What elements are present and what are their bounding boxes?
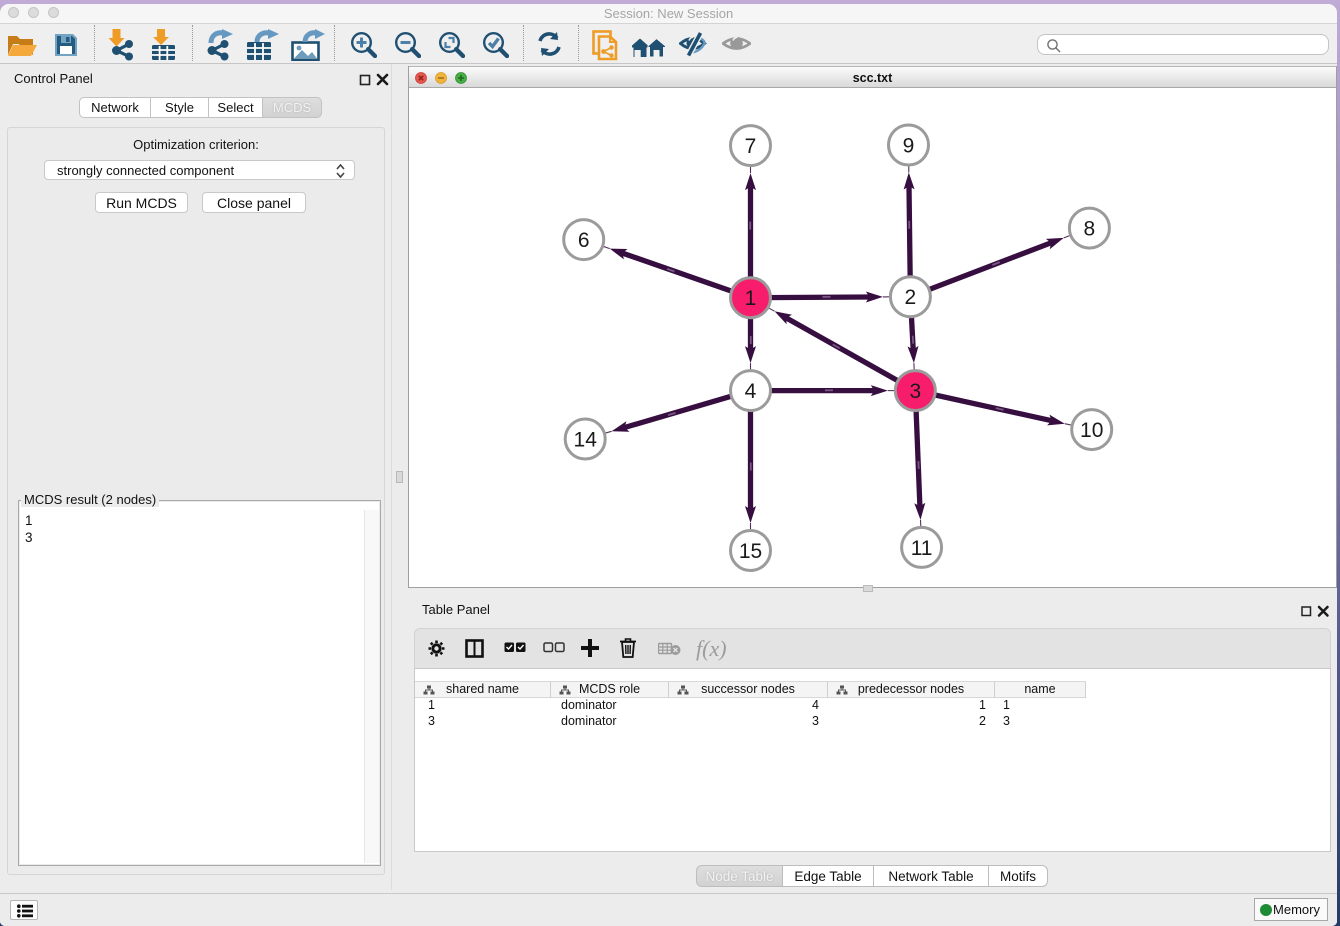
svg-text:4: 4 bbox=[745, 380, 757, 403]
svg-text:9: 9 bbox=[903, 135, 915, 158]
svg-text:3: 3 bbox=[909, 380, 921, 403]
svg-text:15: 15 bbox=[739, 540, 762, 563]
svg-text:2: 2 bbox=[905, 286, 917, 309]
svg-text:1: 1 bbox=[745, 287, 757, 310]
svg-text:14: 14 bbox=[574, 429, 598, 452]
svg-text:11: 11 bbox=[911, 537, 933, 560]
svg-text:7: 7 bbox=[745, 135, 757, 158]
svg-text:8: 8 bbox=[1084, 218, 1096, 241]
svg-text:f(x): f(x) bbox=[696, 636, 727, 661]
svg-text:10: 10 bbox=[1080, 419, 1103, 442]
svg-text:6: 6 bbox=[578, 229, 590, 252]
